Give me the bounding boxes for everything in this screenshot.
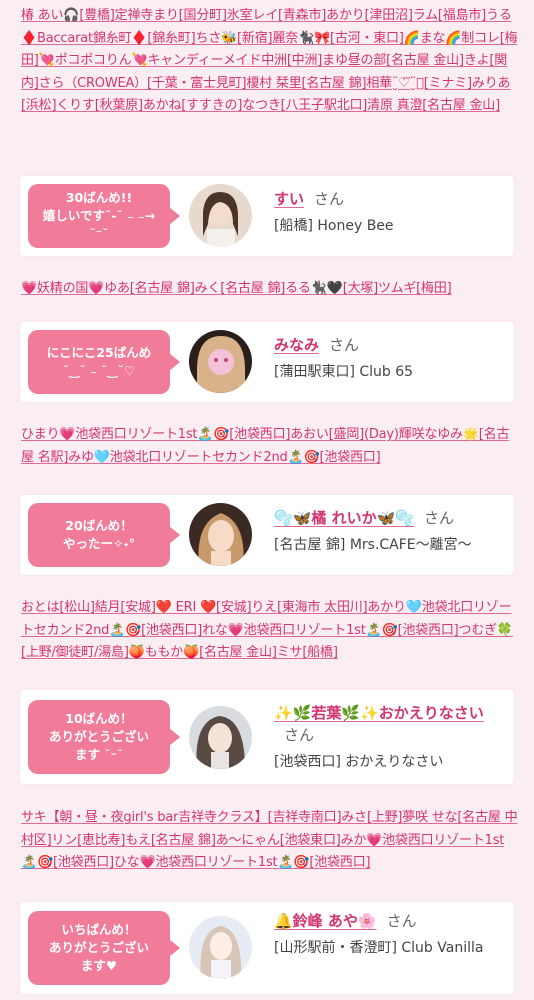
rank-badge: 20ばんめ！ やったー✧˖°	[28, 503, 180, 567]
name-list-links[interactable]: おとは[松山]結月[安城]❤️ ERI ❤️[安城]りえ[東海市 太田川]あかり…	[21, 600, 513, 660]
ranking-card[interactable]: 20ばんめ！ やったー✧˖° 🫧🦋橘 れいか🦋🫧 さん [名古屋 錦] Mrs.C…	[20, 495, 514, 575]
cast-name-link[interactable]: ✨🌿若葉🌿✨おかえりなさい	[274, 704, 484, 722]
honorific: さん	[423, 509, 454, 527]
ranking-card[interactable]: 10ばんめ！ ありがとうござい ます ˘ᵕ˘ ✨🌿若葉🌿✨おかえりなさいさん […	[20, 690, 514, 784]
cast-name-link[interactable]: すい	[274, 190, 304, 208]
honorific: さん	[314, 190, 345, 208]
name-list-links[interactable]: 💗妖精の国💗ゆあ[名古屋 錦]みく[名古屋 錦]るる🐈‍⬛🖤[大塚]ツムギ[梅田…	[21, 281, 452, 296]
therapist-name-list[interactable]: 💗妖精の国💗ゆあ[名古屋 錦]みく[名古屋 錦]るる🐈‍⬛🖤[大塚]ツムギ[梅田…	[21, 278, 520, 301]
therapist-name-list[interactable]: 椿 あい🎧[豊橋]定禅寺まり[国分町]氷室レイ[青森市]あかり[津田沼]ラム[福…	[21, 5, 520, 118]
ranking-card[interactable]: にこにこ25ばんめ ˘‿˘ ₋ ˘‿˘♡ みなみ さん [蒲田駅東口] Club …	[20, 322, 514, 402]
therapist-name-list[interactable]: サキ【朝・昼・夜girl's bar吉祥寺クラス】[吉祥寺南口]みさ[上野]夢咲…	[21, 807, 520, 875]
name-list-links[interactable]: 椿 あい🎧[豊橋]定禅寺まり[国分町]氷室レイ[青森市]あかり[津田沼]ラム[福…	[21, 8, 518, 113]
shop-name[interactable]: [池袋西口] おかえりなさい	[274, 752, 502, 772]
honorific: さん	[284, 726, 315, 744]
avatar[interactable]	[189, 330, 252, 393]
honorific: さん	[386, 912, 417, 930]
avatar[interactable]	[189, 706, 252, 769]
ranking-card[interactable]: いちばんめ！ ありがとうござい ます♥ 🔔鈴峰 あや🌸 さん [山形駅前・香澄町]…	[20, 902, 514, 994]
cast-name-link[interactable]: 🔔鈴峰 あや🌸	[274, 912, 377, 930]
rank-badge: にこにこ25ばんめ ˘‿˘ ₋ ˘‿˘♡	[28, 330, 180, 394]
cast-name-link[interactable]: みなみ	[274, 336, 319, 354]
honorific: さん	[329, 336, 360, 354]
rank-badge: 10ばんめ！ ありがとうござい ます ˘ᵕ˘	[28, 700, 180, 774]
therapist-name-list[interactable]: おとは[松山]結月[安城]❤️ ERI ❤️[安城]りえ[東海市 太田川]あかり…	[21, 597, 520, 665]
name-list-links[interactable]: サキ【朝・昼・夜girl's bar吉祥寺クラス】[吉祥寺南口]みさ[上野]夢咲…	[21, 810, 518, 870]
avatar[interactable]	[189, 916, 252, 979]
cast-name-link[interactable]: 🫧🦋橘 れいか🦋🫧	[274, 509, 414, 527]
shop-name[interactable]: [蒲田駅東口] Club 65	[274, 362, 502, 382]
shop-name[interactable]: [山形駅前・香澄町] Club Vanilla	[274, 938, 502, 958]
shop-name[interactable]: [名古屋 錦] Mrs.CAFE〜離宮〜	[274, 535, 502, 555]
name-list-links[interactable]: ひまり💗池袋西口リゾート1st🏝️🎯[池袋西口]あおい[盛岡](Day)輝咲なゆ…	[21, 427, 509, 465]
shop-name[interactable]: [船橋] Honey Bee	[274, 216, 502, 236]
ranking-card[interactable]: 30ばんめ!! 嬉しいです˘‐˘ ₋ ₋→ ˘⁻˘ すい さん [船橋] Hone…	[20, 176, 514, 256]
rank-badge: 30ばんめ!! 嬉しいです˘‐˘ ₋ ₋→ ˘⁻˘	[28, 184, 180, 248]
avatar[interactable]	[189, 503, 252, 566]
rank-badge: いちばんめ！ ありがとうござい ます♥	[28, 911, 180, 985]
therapist-name-list[interactable]: ひまり💗池袋西口リゾート1st🏝️🎯[池袋西口]あおい[盛岡](Day)輝咲なゆ…	[21, 424, 520, 469]
avatar[interactable]	[189, 184, 252, 247]
